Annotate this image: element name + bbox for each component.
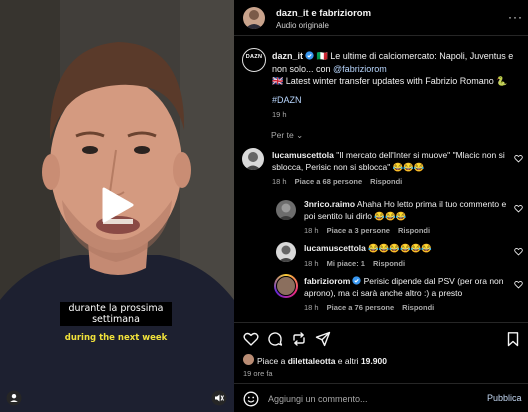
more-options-icon[interactable]: ··· [508,10,523,24]
user-icon[interactable] [6,390,22,406]
verified-badge-icon [352,276,361,285]
comment-input[interactable] [268,392,468,406]
comment-time: 18 h [304,226,319,235]
comment-text: 😂😂😂😂😂😂 [365,243,432,253]
comment-meta: 18 h Mi piace: 1 Rispondi [304,259,413,268]
subtitle-english: during the next week [64,333,168,343]
subtitle-italian: durante la prossima settimana [60,302,172,326]
avatar[interactable] [274,274,298,298]
comment-author[interactable]: fabriziorom [304,276,350,286]
comment-author[interactable]: 3nrico.raimo [304,199,355,209]
avatar[interactable] [276,200,296,220]
likes-summary[interactable]: Piace a dilettaleotta e altri 19.900 [257,356,387,366]
dazn-logo-text: DAZN [245,54,263,60]
comment: fabriziorom Perisic dipende dal PSV (per… [304,276,512,299]
avatar[interactable] [276,242,296,262]
likes-count[interactable]: 19.900 [361,356,387,366]
like-comment-icon[interactable] [514,154,523,163]
like-comment-icon[interactable] [514,204,523,213]
likes-mid: e altri [335,356,361,366]
emoji-icon[interactable] [243,391,259,407]
comment: lucamuscettola 😂😂😂😂😂😂 [304,243,512,255]
per-te-label: Per te [271,130,294,140]
comment-likes[interactable]: Mi piace: 1 [327,259,365,268]
original-audio-link[interactable]: Audio originale [276,21,329,30]
post-authors[interactable]: dazn_it e fabriziorom [276,8,371,19]
comment-likes[interactable]: Piace a 68 persone [295,177,363,186]
caption-hashtag[interactable]: #DAZN [272,95,302,105]
play-icon[interactable] [96,185,136,225]
likes-prefix: Piace a [257,356,288,366]
likes-user[interactable]: dilettaleotta [288,356,336,366]
caption-mention[interactable]: @fabriziorom [333,64,387,74]
comment-author[interactable]: lucamuscettola [272,150,334,160]
post-caption: dazn_it 🇮🇹 Le ultime di calciomercato: N… [272,50,522,106]
caption-text-2: 🇬🇧 Latest winter transfer updates with F… [272,76,508,86]
post-actions: Piace a dilettaleotta e altri 19.900 19 … [234,322,528,412]
comment: 3nrico.raimo Ahaha Ho letto prima il tuo… [304,199,512,222]
repost-icon[interactable] [291,331,307,347]
comment: lucamuscettola "Il mercato dell'Inter si… [272,150,512,173]
verified-badge-icon [305,51,314,60]
avatar[interactable] [243,354,254,365]
post-panel: dazn_it e fabriziorom Audio originale ··… [234,0,528,412]
mute-icon[interactable] [211,390,227,406]
reply-button[interactable]: Rispondi [402,303,434,312]
like-comment-icon[interactable] [514,247,523,256]
heart-icon[interactable] [243,331,259,347]
comment-meta: 18 h Piace a 76 persone Rispondi [304,303,442,312]
comment-likes[interactable]: Piace a 76 persone [327,303,395,312]
reply-button[interactable]: Rispondi [398,226,430,235]
like-comment-icon[interactable] [514,280,523,289]
bookmark-icon[interactable] [505,331,521,347]
caption-time: 19 h [272,110,287,119]
comment-icon[interactable] [267,331,283,347]
reply-button[interactable]: Rispondi [373,259,405,268]
avatar[interactable] [242,148,264,170]
caption-author[interactable]: dazn_it [272,51,303,61]
reel-video[interactable]: durante la prossima settimana during the… [0,0,234,412]
publish-button[interactable]: Pubblica [487,393,522,403]
chevron-down-icon: ⌄ [296,130,304,140]
share-icon[interactable] [315,331,331,347]
comment-time: 18 h [304,303,319,312]
comment-time: 18 h [304,259,319,268]
comment-time: 18 h [272,177,287,186]
comment-meta: 18 h Piace a 3 persone Rispondi [304,226,438,235]
avatar[interactable] [243,7,265,29]
dazn-logo[interactable]: DAZN [242,48,266,72]
post-age: 19 ore fa [243,369,273,378]
per-te-toggle[interactable]: Per te ⌄ [271,130,303,141]
reply-button[interactable]: Rispondi [370,177,402,186]
post-header: dazn_it e fabriziorom Audio originale ··… [234,0,528,36]
comment-likes[interactable]: Piace a 3 persone [327,226,390,235]
comment-meta: 18 h Piace a 68 persone Rispondi [272,177,410,186]
comment-author[interactable]: lucamuscettola [304,243,366,253]
add-comment-bar: Pubblica [234,383,528,412]
